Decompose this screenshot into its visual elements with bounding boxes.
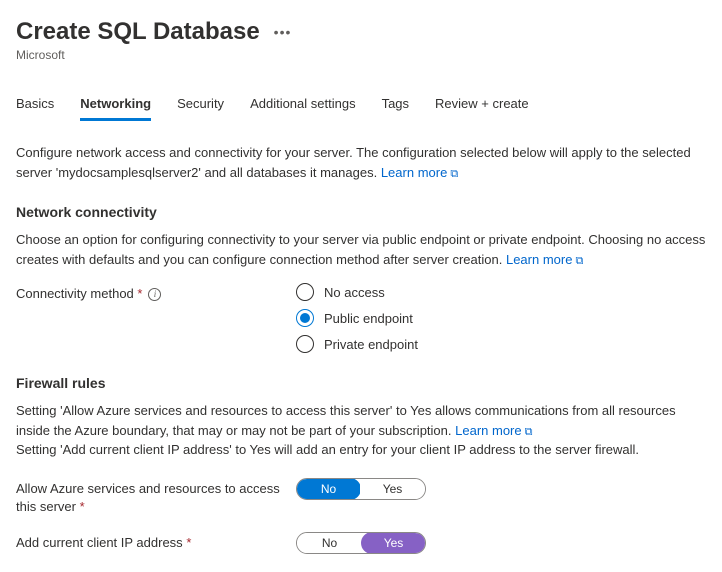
radio-icon bbox=[296, 309, 314, 327]
tab-security[interactable]: Security bbox=[177, 96, 224, 121]
toggle-no[interactable]: No bbox=[296, 478, 361, 500]
intro-body: Configure network access and connectivit… bbox=[16, 145, 691, 180]
network-connectivity-heading: Network connectivity bbox=[16, 204, 706, 220]
radio-icon bbox=[296, 283, 314, 301]
radio-icon bbox=[296, 335, 314, 353]
firewall-rules-heading: Firewall rules bbox=[16, 375, 706, 391]
tabs: Basics Networking Security Additional se… bbox=[16, 96, 706, 121]
allow-azure-label: Allow Azure services and resources to ac… bbox=[16, 478, 296, 516]
external-link-icon: ⧉ bbox=[450, 168, 458, 180]
network-connectivity-desc: Choose an option for configuring connect… bbox=[16, 230, 706, 269]
tab-additional-settings[interactable]: Additional settings bbox=[250, 96, 356, 121]
connectivity-method-radio-group: No access Public endpoint Private endpoi… bbox=[296, 283, 418, 353]
radio-label: Public endpoint bbox=[324, 311, 413, 326]
radio-label: No access bbox=[324, 285, 385, 300]
firewall-learn-more-link[interactable]: Learn more⧉ bbox=[455, 423, 532, 438]
radio-no-access[interactable]: No access bbox=[296, 283, 418, 301]
tab-networking[interactable]: Networking bbox=[80, 96, 151, 121]
toggle-yes[interactable]: Yes bbox=[360, 479, 425, 499]
radio-label: Private endpoint bbox=[324, 337, 418, 352]
connectivity-learn-more-link[interactable]: Learn more⧉ bbox=[506, 252, 583, 267]
connectivity-method-label: Connectivity method * i bbox=[16, 283, 296, 303]
external-link-icon: ⧉ bbox=[525, 426, 533, 438]
external-link-icon: ⧉ bbox=[575, 255, 583, 267]
tab-tags[interactable]: Tags bbox=[382, 96, 409, 121]
tab-review-create[interactable]: Review + create bbox=[435, 96, 529, 121]
intro-learn-more-link[interactable]: Learn more⧉ bbox=[381, 165, 458, 180]
client-ip-label: Add current client IP address * bbox=[16, 532, 296, 552]
firewall-rules-desc: Setting 'Allow Azure services and resour… bbox=[16, 401, 706, 460]
allow-azure-toggle[interactable]: No Yes bbox=[296, 478, 426, 500]
radio-public-endpoint[interactable]: Public endpoint bbox=[296, 309, 418, 327]
more-icon[interactable]: ••• bbox=[274, 24, 292, 40]
tab-basics[interactable]: Basics bbox=[16, 96, 54, 121]
info-icon[interactable]: i bbox=[148, 288, 161, 301]
toggle-no[interactable]: No bbox=[297, 533, 362, 553]
radio-private-endpoint[interactable]: Private endpoint bbox=[296, 335, 418, 353]
intro-text: Configure network access and connectivit… bbox=[16, 143, 706, 182]
page-title: Create SQL Database bbox=[16, 18, 260, 46]
publisher: Microsoft bbox=[16, 48, 706, 62]
